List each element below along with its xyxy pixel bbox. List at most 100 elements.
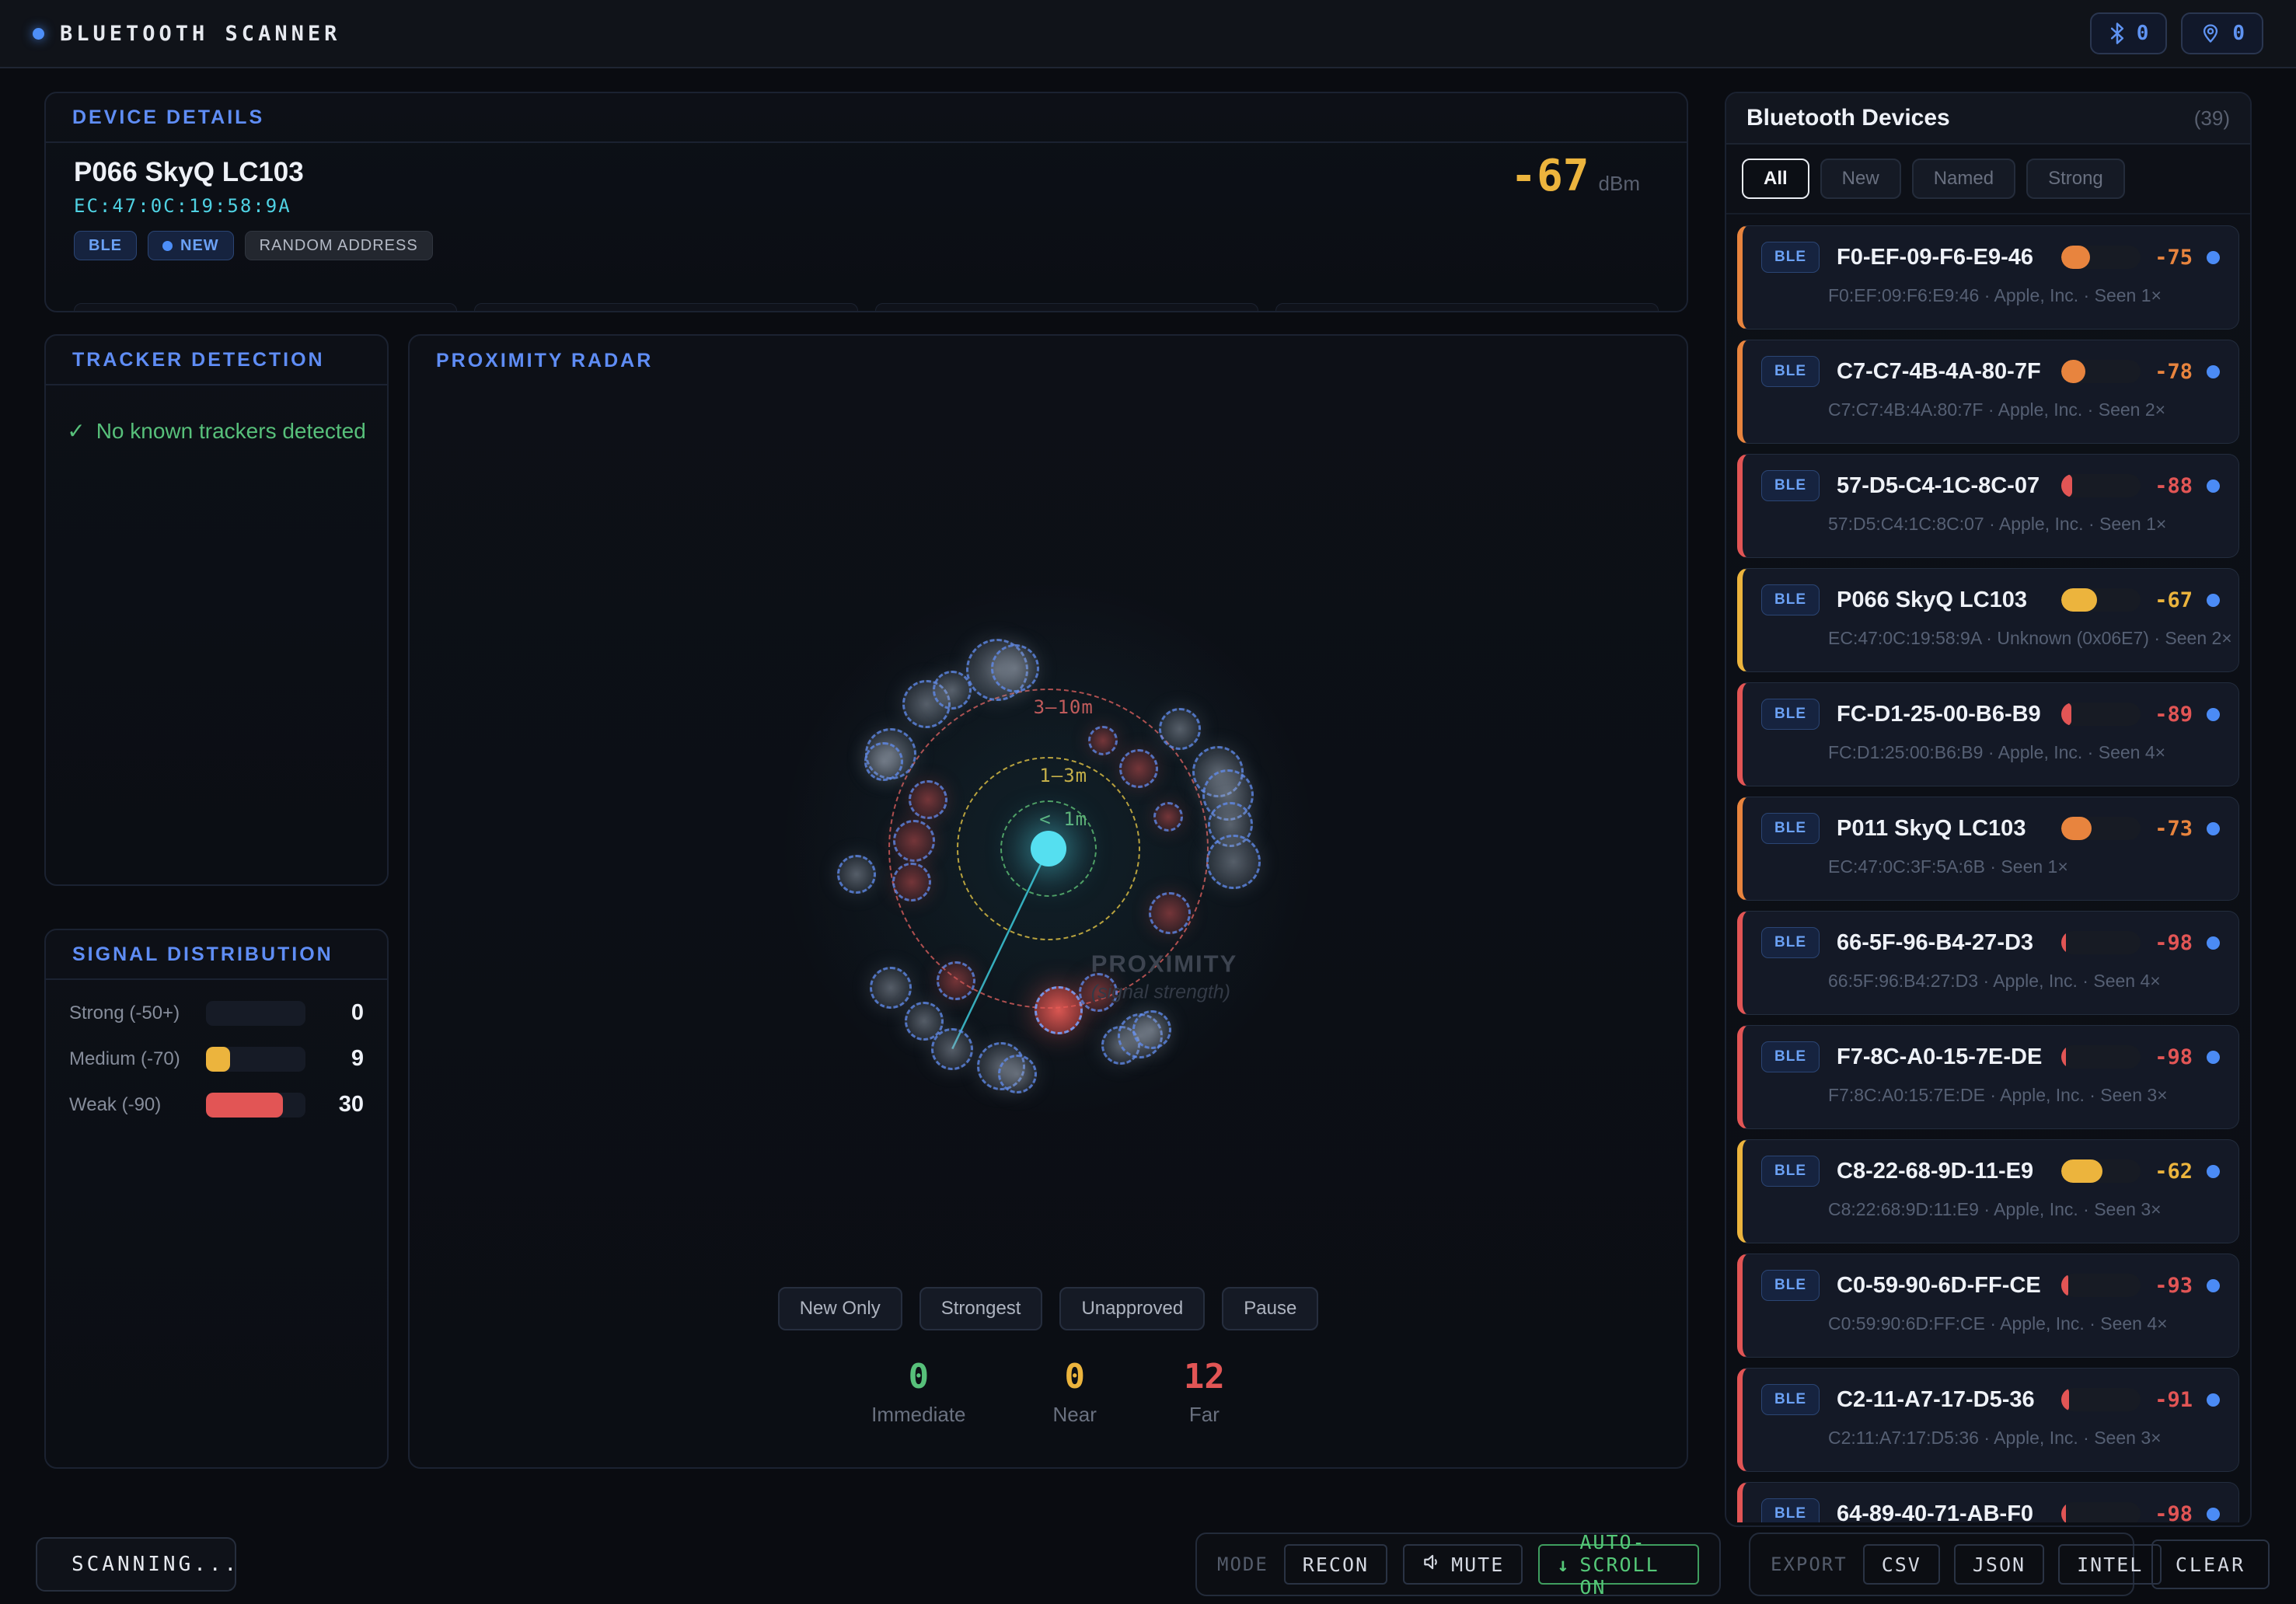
device-list-panel: Bluetooth Devices (39) All New Named Strong… [1725,92,2252,1527]
radar-device-dot[interactable] [1149,892,1191,934]
scanning-status: SCANNING... [36,1537,236,1592]
radar-device-dot[interactable] [870,967,912,1009]
device-subtitle: C7:C7:4B:4A:80:7F · Apple, Inc. · Seen 2… [1828,399,2220,420]
device-active-dot-icon [2207,1393,2220,1407]
device-rssi-value: -67 [2155,588,2193,612]
radar-filter-pause[interactable]: Pause [1222,1287,1318,1330]
device-list-item[interactable]: BLE64-89-40-71-AB-F0-9864:89:40:71:AB:F0… [1737,1482,2239,1522]
device-subtitle: C0:59:90:6D:FF:CE · Apple, Inc. · Seen 4… [1828,1313,2220,1334]
device-item-row: BLEFC-D1-25-00-B6-B9-89 [1761,699,2220,730]
radar-device-dot[interactable] [1035,986,1083,1034]
radar-device-dot[interactable] [909,780,947,819]
export-control-group: EXPORT CSVJSONINTEL [1749,1533,2134,1596]
signal-distribution-title: SIGNAL DISTRIBUTION [46,930,387,980]
radar-device-dot[interactable] [991,644,1039,692]
mode-recon-button[interactable]: RECON [1284,1544,1387,1585]
device-list-item[interactable]: BLEF0-EF-09-F6-E9-46-75F0:EF:09:F6:E9:46… [1737,225,2239,330]
device-rssi-value: -98 [2155,1045,2193,1069]
autoscroll-toggle[interactable]: ↓ AUTO-SCROLL ON [1538,1544,1699,1585]
signal-row-fill [206,1047,230,1072]
radar-device-dot[interactable] [1206,835,1261,889]
ble-badge: BLE [1761,1156,1820,1187]
signal-row-fill [206,1093,283,1118]
location-pin-icon [2200,22,2221,45]
device-list-tabs: All New Named Strong [1726,145,2250,214]
radar-stat-value: 12 [1184,1357,1225,1397]
down-arrow-icon: ↓ [1557,1553,1570,1576]
tab-strong[interactable]: Strong [2026,159,2125,199]
new-dot-icon [162,241,173,251]
rssi-unit: dBm [1599,172,1640,196]
radar-filter-buttons: New Only Strongest Unapproved Pause [778,1287,1319,1330]
signal-strength-fill [2061,1502,2066,1522]
radar-stat-value: 0 [1053,1357,1097,1397]
mute-button[interactable]: MUTE [1403,1544,1523,1585]
device-rssi-value: -98 [2155,1502,2193,1523]
device-list-item[interactable]: BLEP011 SkyQ LC103-73EC:47:0C:3F:5A:6B ·… [1737,797,2239,901]
radar-device-dot[interactable] [893,820,935,862]
signal-row-value: 0 [351,1000,364,1026]
device-rssi-value: -98 [2155,931,2193,955]
radar-filter-strongest[interactable]: Strongest [919,1287,1043,1330]
topbar-counters: 0 0 [2090,12,2263,54]
radar-device-dot[interactable] [1119,749,1158,788]
radar-device-dot[interactable] [1079,973,1118,1012]
device-name: P066 SkyQ LC103 [1837,588,2027,613]
device-list-item[interactable]: BLEC0-59-90-6D-FF-CE-93C0:59:90:6D:FF:CE… [1737,1254,2239,1358]
radar-device-dot[interactable] [937,961,975,1000]
radar-device-dot[interactable] [837,855,876,894]
tab-new[interactable]: New [1820,159,1901,199]
device-list-item[interactable]: BLEP066 SkyQ LC103-67EC:47:0C:19:58:9A ·… [1737,568,2239,672]
device-list[interactable]: BLEF0-EF-09-F6-E9-46-75F0:EF:09:F6:E9:46… [1726,214,2250,1522]
radar-filter-unapproved[interactable]: Unapproved [1059,1287,1205,1330]
device-list-item[interactable]: BLEC2-11-A7-17-D5-36-91C2:11:A7:17:D5:36… [1737,1368,2239,1472]
new-badge: NEW [148,231,234,260]
device-item-row: BLEF7-8C-A0-15-7E-DE-98 [1761,1041,2220,1072]
export-intel-button[interactable]: INTEL [2058,1544,2162,1585]
ble-badge: BLE [1761,1384,1820,1415]
device-list-item[interactable]: BLEFC-D1-25-00-B6-B9-89FC:D1:25:00:B6:B9… [1737,682,2239,786]
radar-device-dot[interactable] [931,1028,973,1070]
device-list-item[interactable]: BLEC7-C7-4B-4A-80-7F-78C7:C7:4B:4A:80:7F… [1737,340,2239,444]
device-name: FC-D1-25-00-B6-B9 [1837,702,2041,727]
bluetooth-count-badge[interactable]: 0 [2090,12,2168,54]
device-active-dot-icon [2207,479,2220,493]
device-rssi-value: -73 [2155,817,2193,841]
export-json-button[interactable]: JSON [1954,1544,2044,1585]
tracker-detection-panel: TRACKER DETECTION ✓No known trackers det… [44,334,389,886]
radar-canvas[interactable]: < 1m1–3m3–10mPROXIMITY(signal strength) [410,375,1687,1287]
check-icon: ✓ [67,419,85,443]
radar-device-dot[interactable] [1132,1010,1171,1049]
device-list-count: (39) [2194,106,2230,131]
device-list-item[interactable]: BLEF7-8C-A0-15-7E-DE-98F7:8C:A0:15:7E:DE… [1737,1025,2239,1129]
device-list-item[interactable]: BLE66-5F-96-B4-27-D3-9866:5F:96:B4:27:D3… [1737,911,2239,1015]
ble-badge: BLE [1761,699,1820,730]
device-list-item[interactable]: BLE57-D5-C4-1C-8C-07-8857:D5:C4:1C:8C:07… [1737,454,2239,558]
device-list-title: Bluetooth Devices [1746,105,1950,131]
radar-device-dot[interactable] [1088,726,1118,755]
location-count-badge[interactable]: 0 [2181,12,2263,54]
ble-badge: BLE [1761,813,1820,844]
export-csv-button[interactable]: CSV [1863,1544,1940,1585]
radar-stat-immediate: 0Immediate [871,1357,965,1427]
signal-row-bar [206,1047,305,1072]
radar-device-dot[interactable] [864,742,903,781]
signal-strength-bar [2061,1502,2141,1522]
radar-filter-new-only[interactable]: New Only [778,1287,902,1330]
device-name: C0-59-90-6D-FF-CE [1837,1273,2041,1299]
device-list-item[interactable]: BLEC8-22-68-9D-11-E9-62C8:22:68:9D:11:E9… [1737,1139,2239,1243]
radar-device-dot[interactable] [892,863,931,901]
radar-device-dot[interactable] [998,1055,1037,1093]
signal-strength-bar [2061,1388,2141,1411]
tab-all[interactable]: All [1742,159,1809,199]
tab-named[interactable]: Named [1912,159,2015,199]
device-name: F7-8C-A0-15-7E-DE [1837,1044,2042,1070]
device-rssi: -67 dBm [1510,151,1640,201]
clear-button[interactable]: CLEAR [2151,1539,2270,1589]
device-fields: MANUFACTURER--TYPErandomSEEN1×RANGEunkno… [74,303,1659,312]
radar-device-dot[interactable] [1153,802,1183,832]
radar-device-dot[interactable] [1159,708,1201,750]
signal-strength-fill [2061,1045,2066,1069]
signal-row: Weak (-90)30 [69,1092,364,1118]
signal-row-label: Weak (-90) [69,1094,200,1116]
